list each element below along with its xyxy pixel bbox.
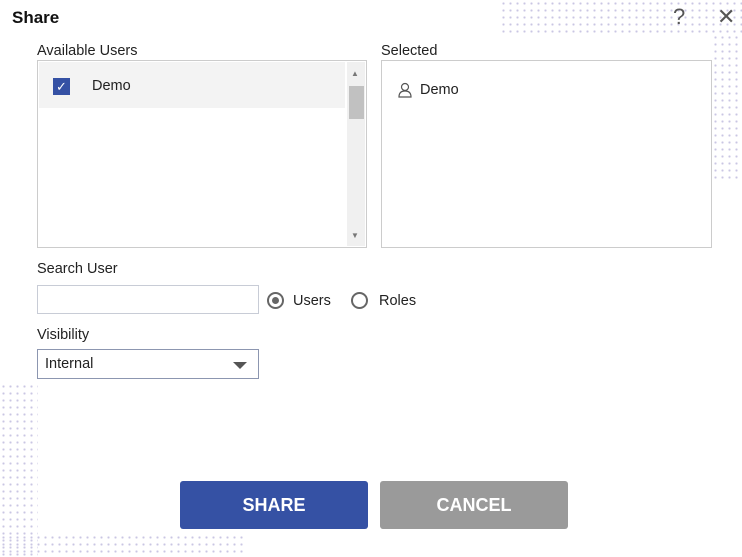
search-user-input[interactable] xyxy=(37,285,259,314)
available-users-label: Available Users xyxy=(37,43,138,59)
users-radio-label: Users xyxy=(293,293,331,309)
user-name: Demo xyxy=(92,78,131,94)
decorative-dots xyxy=(0,534,245,557)
selected-user-name: Demo xyxy=(420,82,459,98)
checkbox-checked[interactable]: ✓ xyxy=(53,78,70,95)
selected-label: Selected xyxy=(381,43,438,59)
scroll-up-icon[interactable]: ▲ xyxy=(351,69,359,78)
question-icon[interactable]: ? xyxy=(673,4,685,30)
roles-radio-label: Roles xyxy=(379,293,417,309)
search-user-label: Search User xyxy=(37,261,118,277)
user-icon xyxy=(398,82,412,98)
chevron-down-icon xyxy=(233,362,247,369)
close-icon[interactable]: ✕ xyxy=(717,4,735,30)
scrollbar-thumb[interactable] xyxy=(349,86,364,119)
selected-users-list: Demo xyxy=(381,60,712,248)
cancel-button[interactable]: CANCEL xyxy=(380,481,568,529)
decorative-dots xyxy=(0,383,38,557)
roles-radio[interactable] xyxy=(351,292,368,309)
dialog-title: Share xyxy=(12,8,60,27)
decorative-dots xyxy=(712,34,742,180)
users-radio[interactable] xyxy=(267,292,284,309)
available-users-list: ✓ Demo ▲ ▼ xyxy=(37,60,367,248)
list-item[interactable]: ✓ Demo xyxy=(39,62,345,108)
visibility-label: Visibility xyxy=(37,327,90,343)
visibility-value: Internal xyxy=(45,356,94,372)
scroll-down-icon[interactable]: ▼ xyxy=(351,231,359,240)
scrollbar[interactable]: ▲ ▼ xyxy=(347,62,365,246)
visibility-select[interactable]: Internal xyxy=(37,349,259,379)
decorative-dots xyxy=(500,0,742,34)
share-button[interactable]: SHARE xyxy=(180,481,368,529)
